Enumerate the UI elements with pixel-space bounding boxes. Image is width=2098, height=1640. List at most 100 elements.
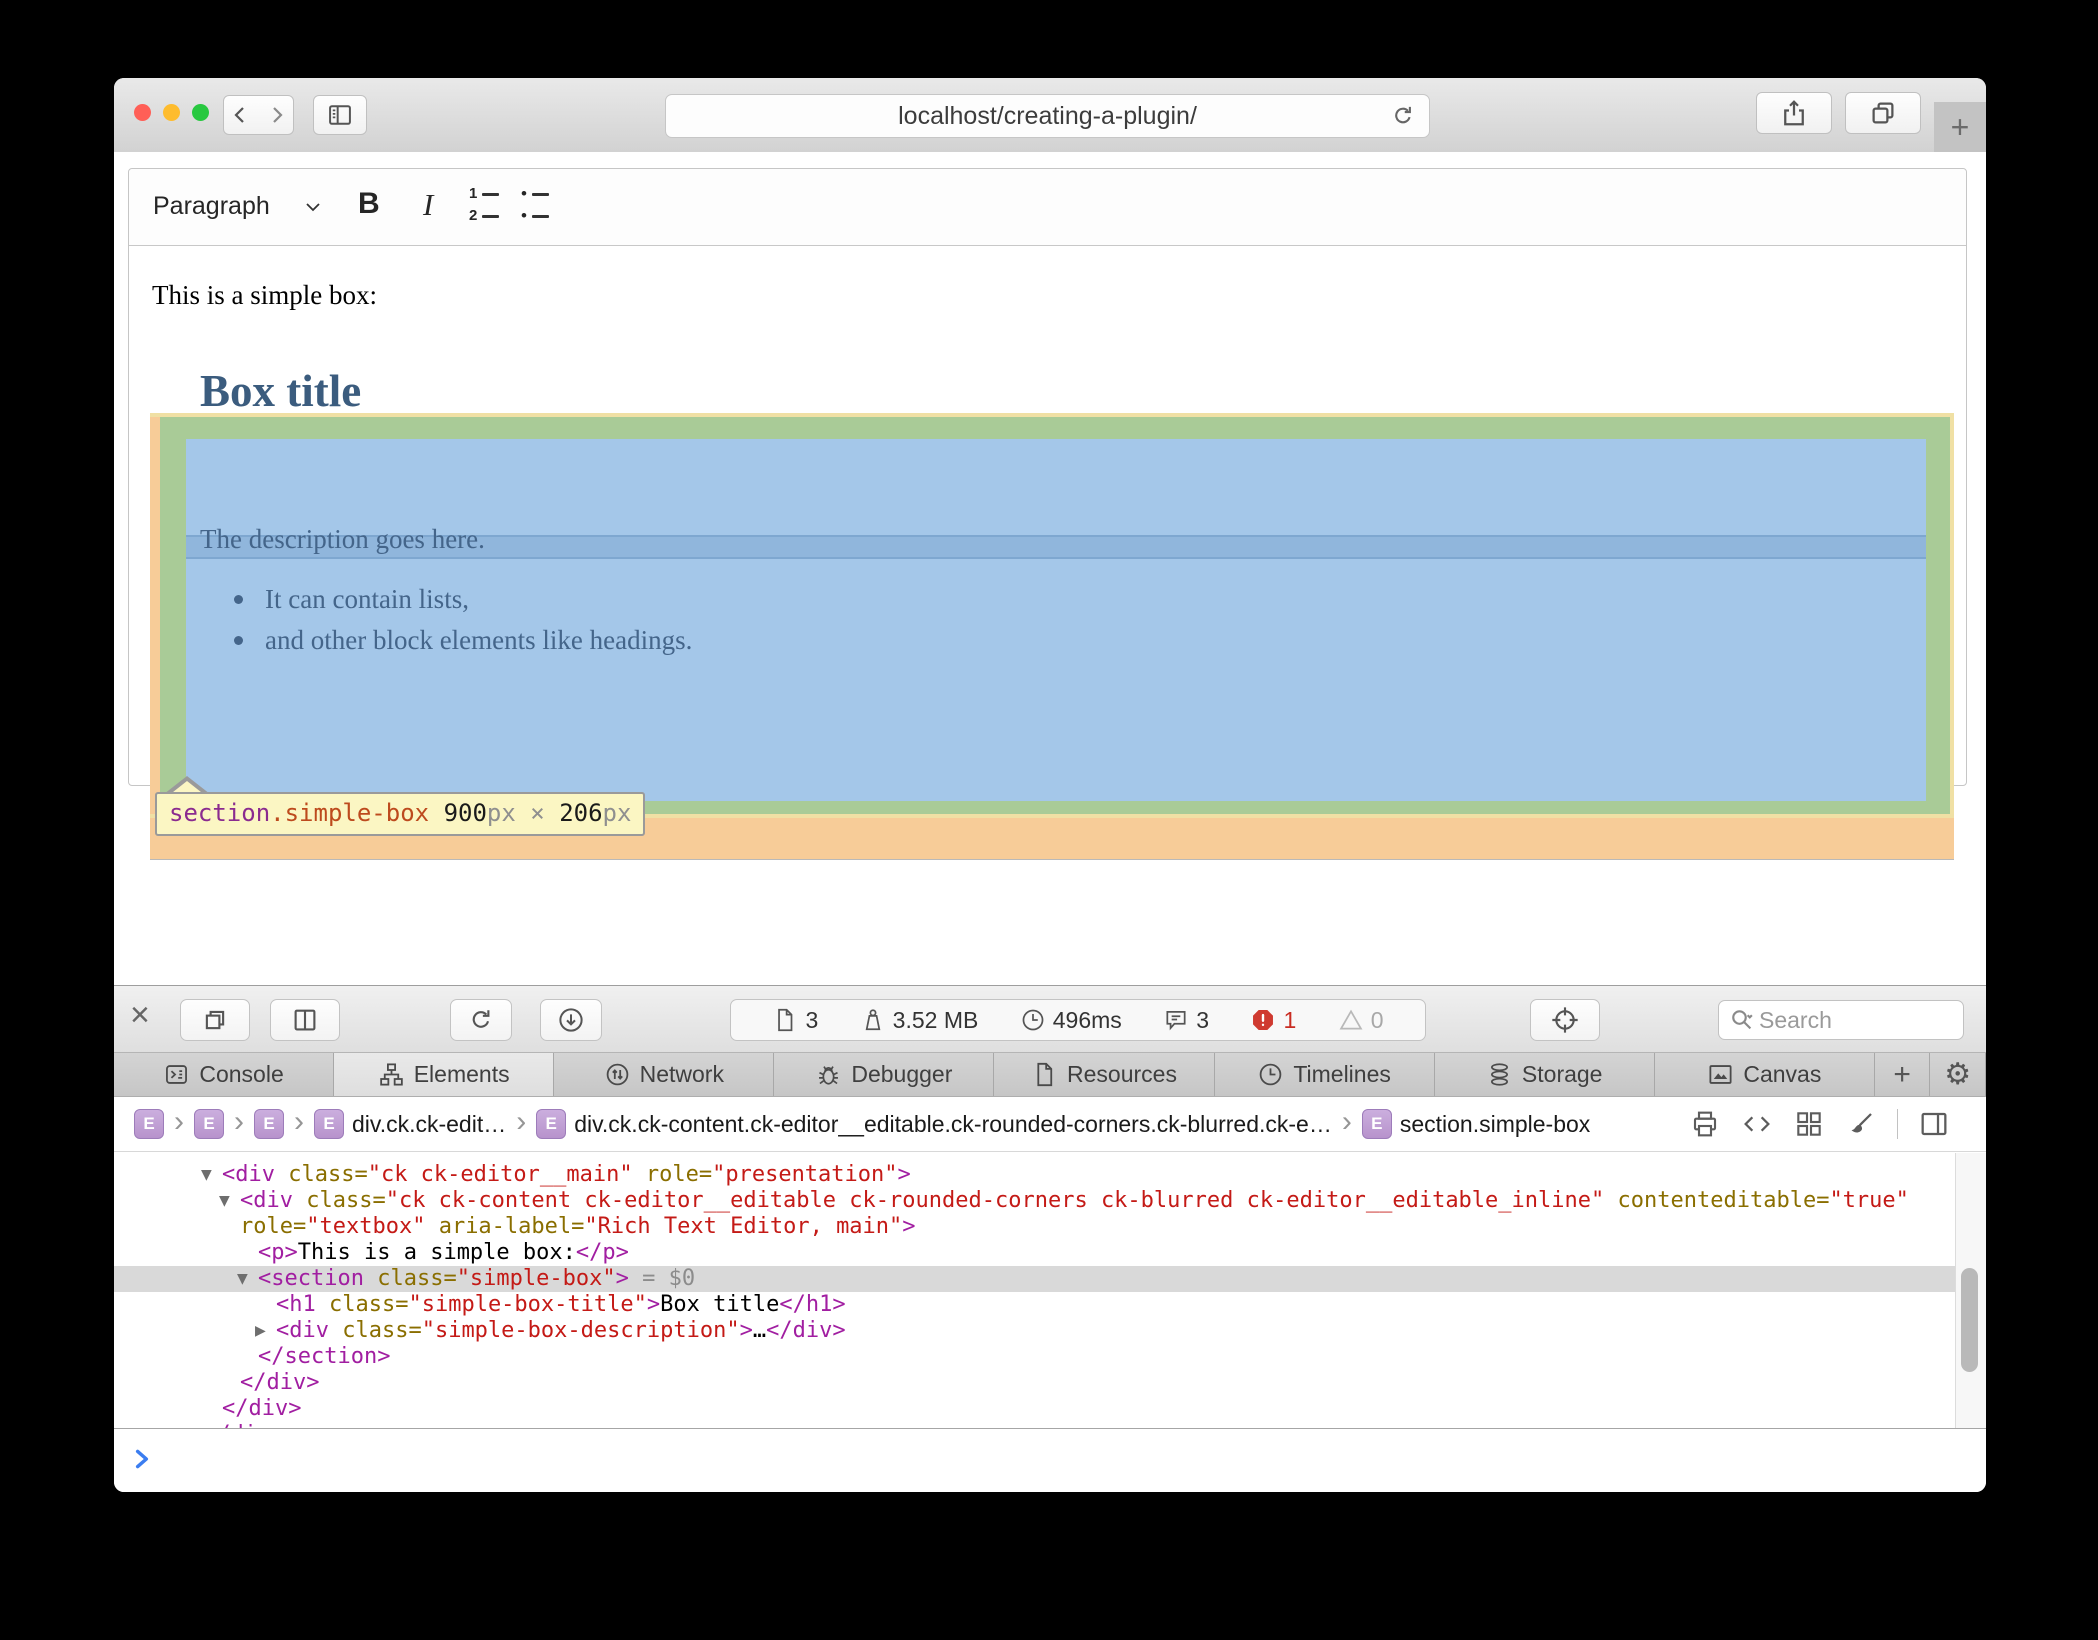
address-bar[interactable]: localhost/creating-a-plugin/ <box>665 94 1430 138</box>
breadcrumb-item[interactable]: Ediv.ck.ck-content.ck-editor__editable.c… <box>536 1109 1332 1139</box>
details-sidebar-icon[interactable] <box>1918 1108 1950 1140</box>
zoom-window-button[interactable] <box>192 104 209 121</box>
paintbrush-icon[interactable] <box>1845 1108 1877 1140</box>
badge-warning-triangle[interactable]: 0 <box>1338 1007 1384 1034</box>
sidebar-toggle-button[interactable] <box>313 95 367 135</box>
breadcrumb-item[interactable]: Ediv.ck.ck-edit… <box>314 1109 506 1139</box>
badge-error-octagon[interactable]: 1 <box>1250 1007 1296 1034</box>
syntax-token-attr: class= <box>275 1162 368 1187</box>
badge-speech-bubble[interactable]: 3 <box>1163 1007 1209 1034</box>
syntax-token-text: This is a simple box: <box>298 1240 576 1265</box>
bulleted-list-button[interactable]: • • <box>521 183 549 227</box>
element-size-tooltip: section.simple-box 900px × 206px <box>155 792 645 836</box>
devtools-close-button[interactable]: × <box>130 996 150 1035</box>
tab-overview-button[interactable] <box>1845 92 1921 134</box>
box-description-list[interactable]: It can contain lists, and other block el… <box>234 584 692 666</box>
tab-network[interactable]: Network <box>554 1053 774 1096</box>
tab-label: Storage <box>1522 1061 1603 1088</box>
dock-side-button[interactable] <box>270 999 340 1041</box>
syntax-token-tag: > <box>898 1162 911 1187</box>
tab-console[interactable]: Console <box>114 1053 334 1096</box>
back-button[interactable] <box>223 95 259 135</box>
search-input[interactable] <box>1757 1006 1931 1035</box>
badge-document[interactable]: 3 <box>772 1007 818 1034</box>
dom-tree-row[interactable]: </section> <box>114 1344 1986 1370</box>
dom-tree-row[interactable]: ▼<section class="simple-box"> = $0 <box>114 1266 1986 1292</box>
element-badge-icon: E <box>134 1109 164 1139</box>
dom-tree-row[interactable]: </div> <box>114 1370 1986 1396</box>
syntax-token-val: "true" <box>1829 1188 1908 1213</box>
clock-icon <box>1020 1007 1046 1033</box>
devtools-search[interactable] <box>1718 1000 1964 1040</box>
syntax-token-val: "simple-box-description" <box>422 1318 740 1343</box>
split-columns-icon <box>290 1005 320 1035</box>
console-prompt-row[interactable] <box>114 1429 1986 1492</box>
console-icon <box>163 1061 190 1088</box>
dom-tree-row[interactable]: </div> <box>114 1396 1986 1422</box>
syntax-token-tag: <div <box>222 1162 275 1187</box>
tab-resources[interactable]: Resources <box>994 1053 1214 1096</box>
new-tab-label: + <box>1951 109 1970 146</box>
list-item[interactable]: It can contain lists, <box>234 584 692 615</box>
syntax-token-tag: > <box>902 1214 915 1239</box>
italic-button[interactable]: I <box>423 187 433 223</box>
add-tab-button[interactable]: + <box>1875 1053 1931 1096</box>
reload-icon[interactable] <box>1389 102 1417 130</box>
list-item-text: and other block elements like headings. <box>265 625 692 655</box>
speech-bubble-icon <box>1163 1007 1189 1033</box>
disclosure-triangle-icon[interactable]: ▼ <box>219 1188 230 1214</box>
editor-toolbar: Paragraph B I 1 2 • • <box>129 169 1966 246</box>
search-icon <box>1727 1005 1757 1035</box>
share-button[interactable] <box>1756 92 1832 134</box>
new-tab-button[interactable]: + <box>1934 102 1986 152</box>
badge-weight[interactable]: 3.52 MB <box>860 1007 979 1034</box>
tab-debugger[interactable]: Debugger <box>774 1053 994 1096</box>
dom-tree-row[interactable]: <h1 class="simple-box-title">Box title</… <box>114 1292 1986 1318</box>
breadcrumb-item[interactable]: Esection.simple-box <box>1362 1109 1590 1139</box>
chevron-right-icon <box>264 103 288 127</box>
bullet-icon <box>234 595 243 604</box>
badge-clock[interactable]: 496ms <box>1020 1007 1122 1034</box>
box-title-heading[interactable]: Box title <box>200 365 1900 417</box>
disclosure-triangle-icon[interactable]: ▼ <box>237 1266 248 1292</box>
breadcrumb-item[interactable]: E <box>134 1109 164 1139</box>
print-dom-icon[interactable] <box>1689 1108 1721 1140</box>
breadcrumb-item[interactable]: E <box>254 1109 284 1139</box>
editor-paragraph[interactable]: This is a simple box: <box>152 280 377 311</box>
gear-icon[interactable]: ⚙ <box>1930 1053 1986 1096</box>
dom-tree-row[interactable]: ▼<div class="ck ck-editor__main" role="p… <box>114 1162 1986 1188</box>
box-description-text[interactable]: The description goes here. <box>200 524 485 555</box>
show-source-icon[interactable] <box>1741 1108 1773 1140</box>
chevron-down-icon[interactable] <box>301 195 325 219</box>
dock-undock-button[interactable] <box>180 999 250 1041</box>
breadcrumb-item[interactable]: E <box>194 1109 224 1139</box>
tab-timelines[interactable]: Timelines <box>1215 1053 1435 1096</box>
numbered-list-button[interactable]: 1 2 <box>469 183 499 227</box>
list-item[interactable]: and other block elements like headings. <box>234 625 692 656</box>
close-window-button[interactable] <box>134 104 151 121</box>
dom-tree-row[interactable]: ▼<div class="ck ck-content ck-editor__ed… <box>114 1188 1986 1214</box>
element-picker-button[interactable] <box>1530 999 1600 1041</box>
bullet-glyph: • <box>521 184 527 203</box>
dom-tree-row[interactable]: </div> <box>114 1422 1986 1429</box>
download-button[interactable] <box>540 999 602 1041</box>
dom-tree-row[interactable]: <p>This is a simple box:</p> <box>114 1240 1986 1266</box>
disclosure-triangle-icon[interactable]: ▶ <box>255 1318 266 1344</box>
tab-storage[interactable]: Storage <box>1435 1053 1655 1096</box>
bullet-icon <box>234 636 243 645</box>
bold-button[interactable]: B <box>358 187 380 221</box>
tab-elements[interactable]: Elements <box>334 1053 554 1096</box>
tab-canvas[interactable]: Canvas <box>1655 1053 1875 1096</box>
grid-overlay-icon[interactable] <box>1793 1108 1825 1140</box>
minimize-window-button[interactable] <box>163 104 180 121</box>
dom-tree-row[interactable]: role="textbox" aria-label="Rich Text Edi… <box>114 1214 1986 1240</box>
list-dash <box>482 215 499 218</box>
dom-tree-row[interactable]: ▶<div class="simple-box-description">…</… <box>114 1318 1986 1344</box>
devtools-reload-button[interactable] <box>450 999 512 1041</box>
syntax-token-tag: > <box>647 1292 660 1317</box>
forward-button[interactable] <box>258 95 294 135</box>
paragraph-dropdown[interactable]: Paragraph <box>153 192 270 221</box>
tooltip-class: .simple-box <box>270 799 429 827</box>
disclosure-triangle-icon[interactable]: ▼ <box>201 1162 212 1188</box>
scrollbar-thumb[interactable] <box>1961 1268 1978 1372</box>
